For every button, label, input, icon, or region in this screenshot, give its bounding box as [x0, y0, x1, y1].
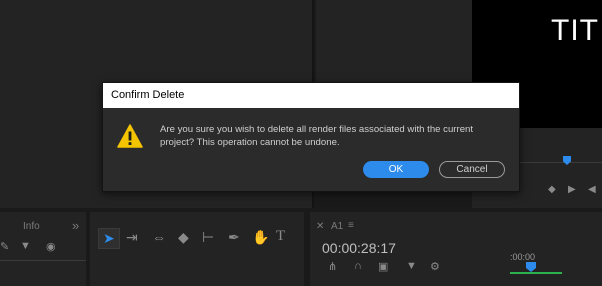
work-area-bar[interactable]	[510, 272, 562, 274]
close-icon[interactable]: ✕	[316, 221, 324, 232]
snap-icon[interactable]: ⋔	[328, 260, 337, 273]
filter-icon[interactable]: ▼	[20, 240, 31, 252]
hand-tool-icon[interactable]: ✋	[252, 229, 269, 246]
tools-panel: ➤ ⇥ ⇔ ◆ ⊢ ✒ ✋ T	[90, 212, 304, 286]
menu-icon[interactable]: ≡	[348, 220, 354, 231]
dialog-message-line: Are you sure you wish to delete all rend…	[160, 124, 474, 135]
type-tool-icon[interactable]: T	[276, 228, 285, 245]
panel-overflow-icon[interactable]: »	[72, 218, 79, 233]
razor-tool-icon[interactable]: ◆	[178, 229, 189, 246]
pen-tool-icon[interactable]: ✒	[228, 229, 240, 246]
settings-wrench-icon[interactable]: ⚙	[430, 260, 440, 273]
mark-in-icon[interactable]: ◆	[548, 184, 556, 195]
eye-icon[interactable]: ◉	[46, 240, 56, 253]
tab-info[interactable]: Info	[23, 221, 40, 232]
marker-icon[interactable]: ▼	[406, 260, 417, 272]
linked-selection-icon[interactable]: ∩	[354, 260, 362, 272]
dialog-message-line: project? This operation cannot be undone…	[160, 137, 340, 148]
wrench-icon[interactable]: ✎	[0, 240, 9, 253]
dialog-titlebar[interactable]: Confirm Delete	[103, 83, 519, 108]
warning-icon	[117, 124, 143, 148]
timeline-timecode[interactable]: 00:00:28:17	[322, 240, 396, 256]
slip-tool-icon[interactable]: ⊢	[202, 229, 214, 246]
ruler-time-label: :00:00	[510, 252, 536, 262]
program-monitor-title-text: TIT	[551, 14, 599, 47]
dialog-message: Are you sure you wish to delete all rend…	[160, 123, 500, 149]
dialog-title: Confirm Delete	[111, 89, 185, 101]
tab-timeline[interactable]: A1	[331, 221, 343, 232]
info-panel: Info » ✎ ▼ ◉	[0, 212, 86, 286]
ok-button[interactable]: OK	[363, 161, 429, 178]
confirm-delete-dialog: Confirm Delete Are you sure you wish to …	[102, 82, 520, 192]
ripple-edit-icon[interactable]: ⇔	[152, 229, 166, 245]
selection-tool-icon[interactable]: ➤	[98, 228, 120, 249]
cancel-button[interactable]: Cancel	[439, 161, 505, 178]
divider	[0, 260, 86, 261]
step-back-icon[interactable]: ◀	[588, 184, 596, 195]
track-select-icon[interactable]: ⇥	[126, 229, 138, 246]
add-marker-icon[interactable]: ▣	[378, 260, 388, 273]
mark-out-icon[interactable]: ▶	[568, 184, 576, 195]
